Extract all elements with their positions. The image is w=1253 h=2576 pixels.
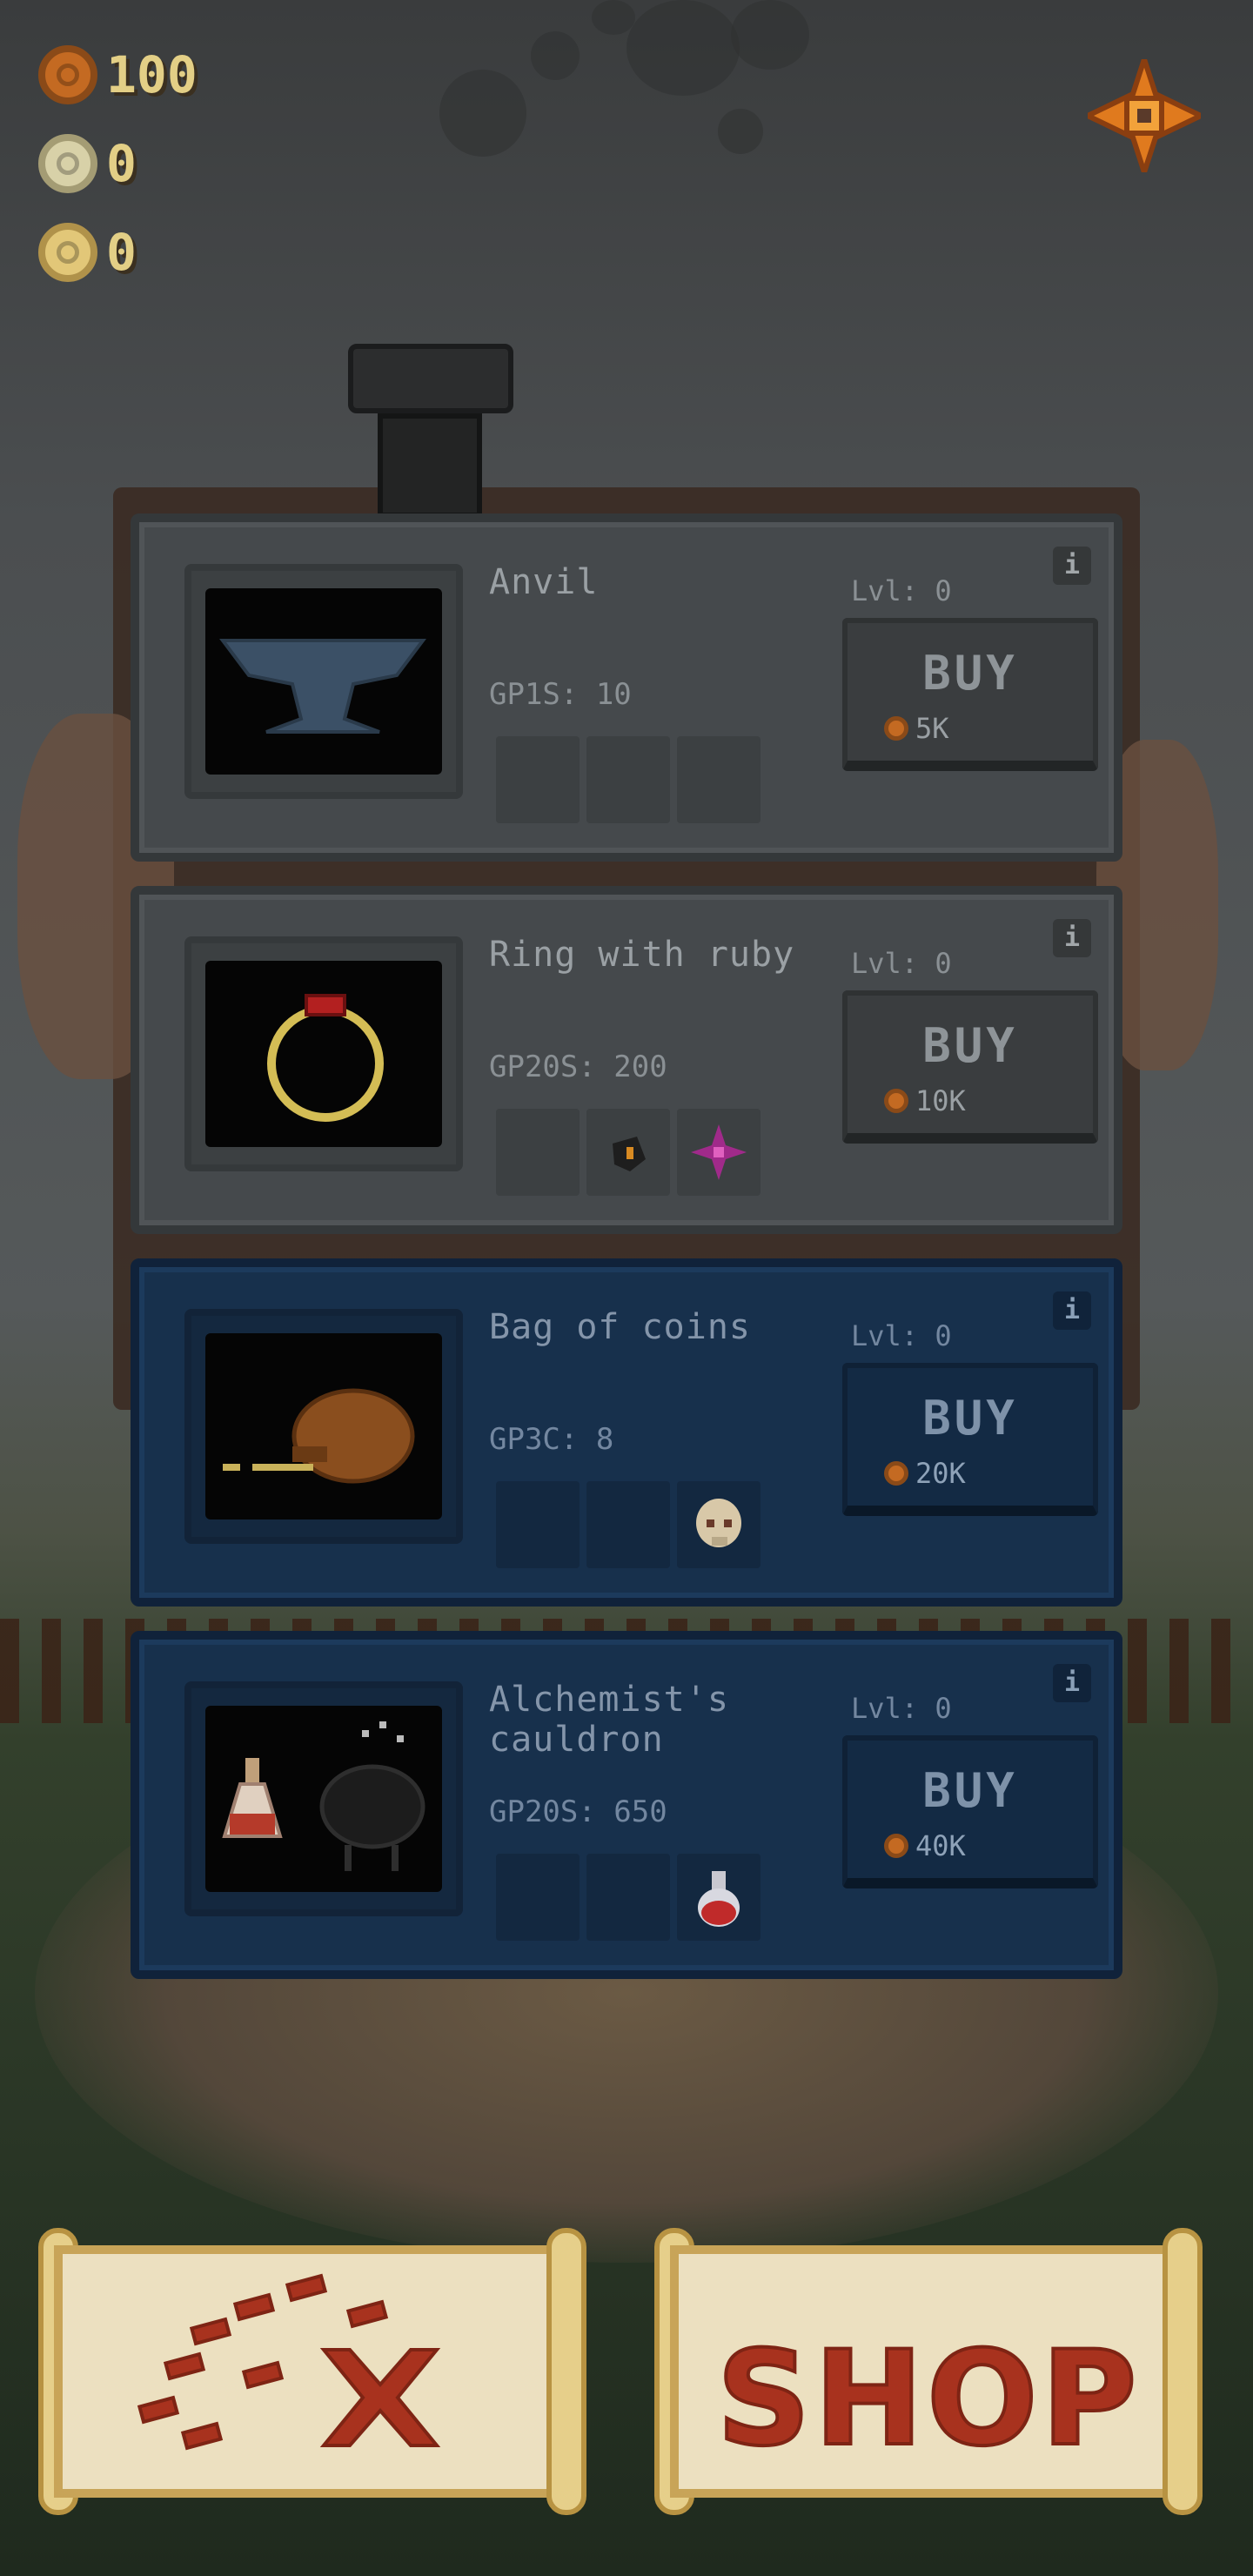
upgrade-slot[interactable] <box>586 1481 670 1568</box>
info-button[interactable]: i <box>1053 1664 1091 1702</box>
price-value: 5K <box>915 712 949 745</box>
settings-button[interactable] <box>1082 50 1207 181</box>
item-gps: GP3C: 8 <box>489 1422 614 1457</box>
upgrade-slot[interactable] <box>677 1854 761 1941</box>
bronze-coin-icon <box>38 45 97 104</box>
item-level: Lvl: 0 <box>851 1319 952 1352</box>
smoke-cloud <box>592 0 635 35</box>
bronze-coin-icon <box>884 1461 908 1486</box>
item-card-anvil: Anvil GP1S: 10 Lvl: 0 i BUY 5K <box>131 513 1122 862</box>
upgrade-slot[interactable] <box>496 1109 580 1196</box>
scroll-post <box>1163 2228 1203 2515</box>
buy-button[interactable]: BUY 40K <box>842 1735 1098 1888</box>
skull-icon <box>696 1499 741 1547</box>
upgrade-slot[interactable] <box>677 1109 761 1196</box>
silver-coin-icon <box>38 134 97 193</box>
item-level: Lvl: 0 <box>851 574 952 607</box>
smoke-cloud <box>439 70 526 157</box>
info-button[interactable]: i <box>1053 1291 1091 1330</box>
smoke-cloud <box>626 0 740 96</box>
item-level: Lvl: 0 <box>851 947 952 980</box>
shop-label: SHOP <box>714 2322 1141 2477</box>
map-button[interactable] <box>38 2228 586 2515</box>
upgrade-slot[interactable] <box>496 736 580 823</box>
upgrade-slot[interactable] <box>496 1854 580 1941</box>
gold-coin-count: 0 <box>106 223 137 282</box>
upgrade-slot[interactable] <box>586 1854 670 1941</box>
item-card-ring: Ring with ruby GP20S: 200 Lvl: 0 i BUY 1… <box>131 886 1122 1234</box>
magic-sparkle-icon <box>691 1124 747 1180</box>
price: 5K <box>884 712 949 745</box>
bronze-coin-icon <box>884 1089 908 1113</box>
buy-label: BUY <box>922 1763 1018 1818</box>
scroll-post <box>546 2228 586 2515</box>
ore-icon <box>613 1137 646 1171</box>
cauldron-icon <box>205 1706 442 1892</box>
item-gps: GP20S: 200 <box>489 1050 667 1084</box>
bronze-coin-icon <box>884 716 908 741</box>
currency-silver: 0 <box>38 134 137 193</box>
item-card-cauldron: Alchemist's cauldron GP20S: 650 Lvl: 0 i… <box>131 1631 1122 1979</box>
price: 40K <box>884 1829 966 1862</box>
info-button[interactable]: i <box>1053 919 1091 957</box>
item-name: Alchemist's cauldron <box>489 1680 729 1760</box>
buy-button[interactable]: BUY 20K <box>842 1363 1098 1516</box>
price-value: 40K <box>915 1829 966 1862</box>
upgrade-slot[interactable] <box>586 736 670 823</box>
buy-button[interactable]: BUY 10K <box>842 990 1098 1144</box>
silver-coin-count: 0 <box>106 134 137 193</box>
upgrade-slot[interactable] <box>496 1481 580 1568</box>
bronze-coin-icon <box>884 1834 908 1858</box>
price-value: 10K <box>915 1084 966 1117</box>
buy-label: BUY <box>922 1018 1018 1073</box>
smoke-cloud <box>718 109 763 154</box>
treasure-map-icon <box>137 2273 441 2451</box>
gear-icon <box>1082 50 1207 181</box>
price-value: 20K <box>915 1457 966 1490</box>
price: 20K <box>884 1457 966 1490</box>
upgrade-slot[interactable] <box>677 1481 761 1568</box>
currency-gold: 0 <box>38 223 137 282</box>
item-name: Bag of coins <box>489 1307 751 1347</box>
scroll-paper: SHOP <box>670 2245 1187 2498</box>
item-card-bag-of-coins: Bag of coins GP3C: 8 Lvl: 0 i BUY 20K <box>131 1258 1122 1607</box>
item-level: Lvl: 0 <box>851 1692 952 1725</box>
ruby-ring-icon <box>205 961 442 1147</box>
shop-button[interactable]: SHOP <box>654 2228 1203 2515</box>
info-button[interactable]: i <box>1053 547 1091 585</box>
gold-coin-icon <box>38 223 97 282</box>
item-name: Anvil <box>489 562 599 602</box>
item-name: Ring with ruby <box>489 935 795 975</box>
item-gps: GP1S: 10 <box>489 677 632 712</box>
buy-button[interactable]: BUY 5K <box>842 618 1098 771</box>
smoke-cloud <box>731 0 809 70</box>
upgrade-slot[interactable] <box>586 1109 670 1196</box>
potion-icon <box>698 1871 740 1927</box>
currency-bronze: 100 <box>38 45 198 104</box>
chimney <box>348 344 513 518</box>
upgrade-slot[interactable] <box>677 736 761 823</box>
anvil-icon <box>205 588 442 775</box>
item-gps: GP20S: 650 <box>489 1794 667 1829</box>
buy-label: BUY <box>922 1391 1018 1446</box>
smoke-cloud <box>531 31 580 80</box>
scroll-paper <box>54 2245 571 2498</box>
coin-bag-icon <box>205 1333 442 1519</box>
buy-label: BUY <box>922 646 1018 701</box>
bronze-coin-count: 100 <box>106 45 198 104</box>
price: 10K <box>884 1084 966 1117</box>
